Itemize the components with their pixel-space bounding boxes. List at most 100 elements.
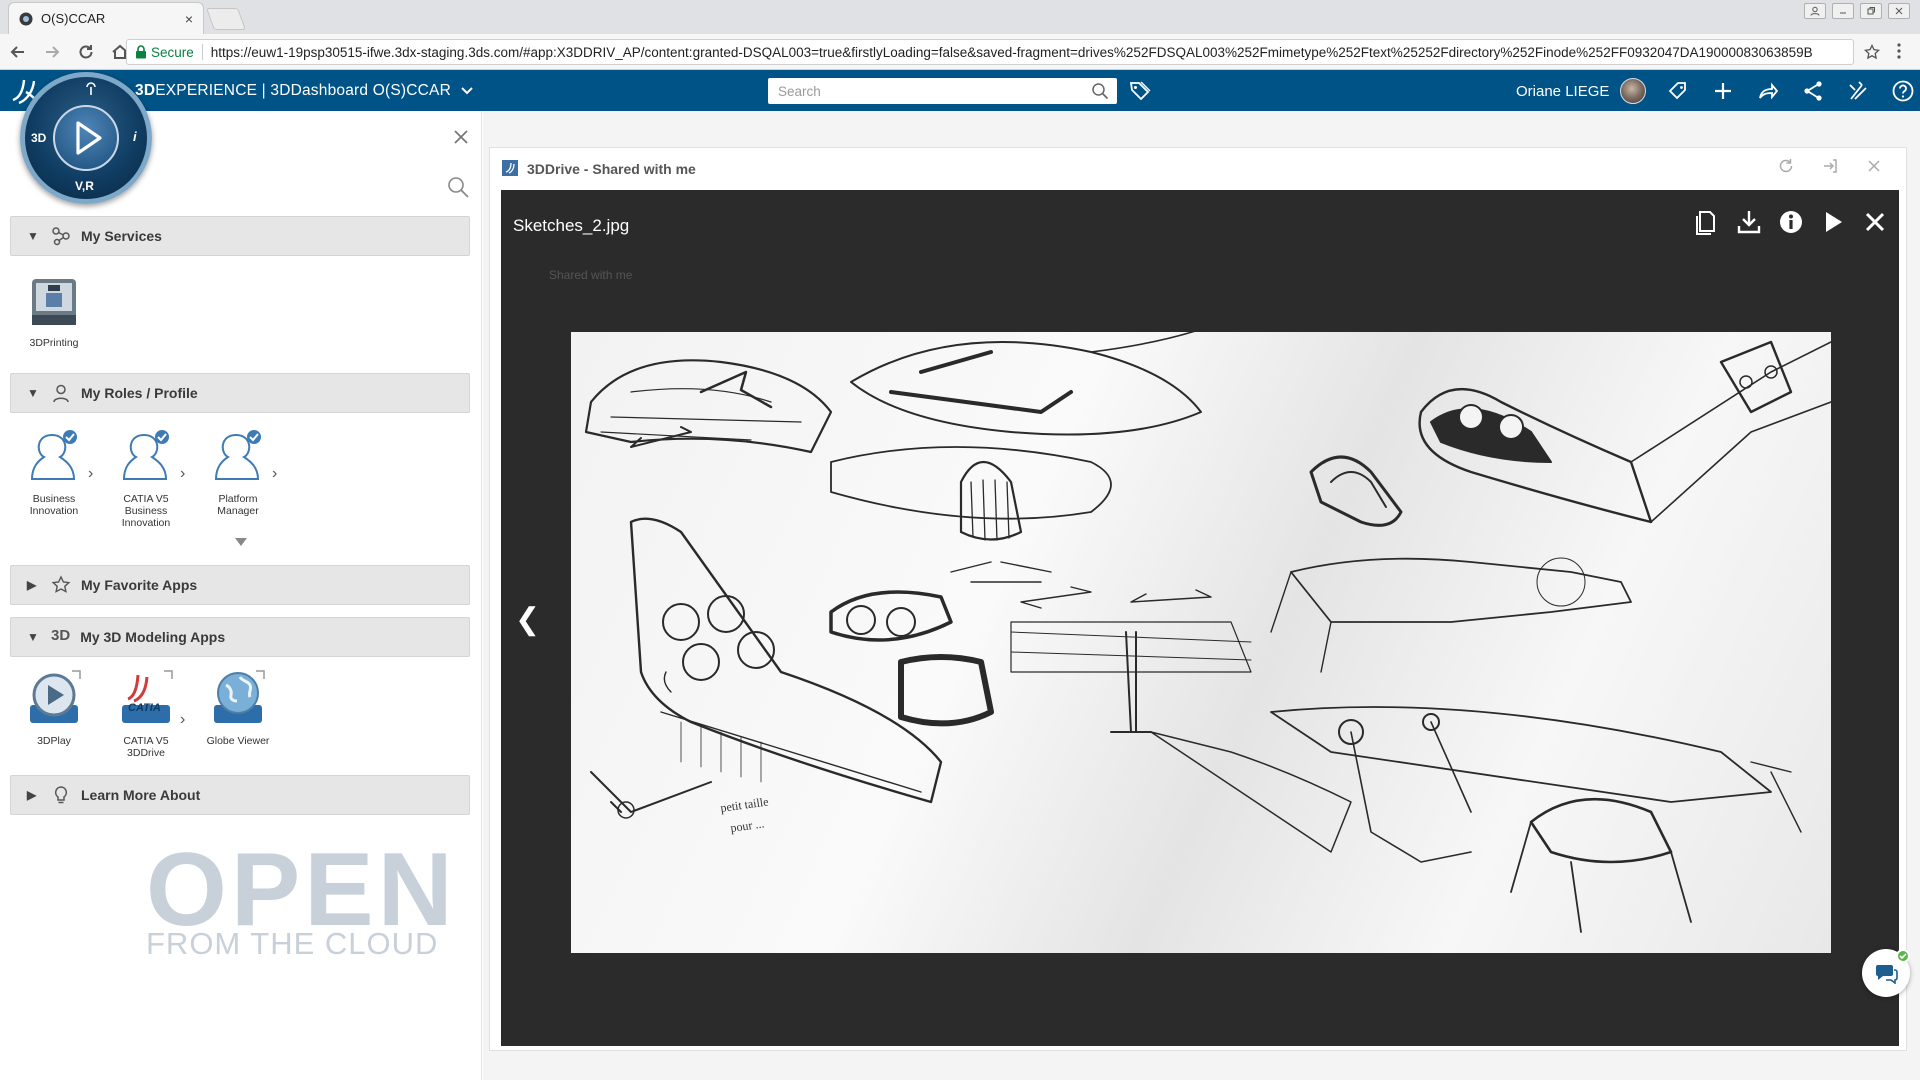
- section-collapsed-arrow-icon: ▶: [27, 788, 37, 802]
- section-title: My Services: [81, 228, 162, 244]
- chat-online-badge: [1896, 949, 1910, 963]
- platform-top-bar: 3DEXPERIENCE | 3DDashboard O(S)CCAR Sear…: [0, 70, 1920, 111]
- plus-icon[interactable]: [1711, 79, 1735, 103]
- minimize-icon[interactable]: [1832, 3, 1854, 19]
- 3dplay-icon: [26, 669, 82, 729]
- section-learn-more-about[interactable]: ▶ Learn More About: [10, 775, 470, 815]
- app-tile-3dplay[interactable]: 3DPlay: [8, 669, 100, 747]
- lightbulb-icon: [51, 785, 71, 805]
- compass-vr-label[interactable]: V,R: [75, 179, 94, 193]
- tile-label-line2: Manager: [217, 505, 259, 517]
- widget-controls: [1778, 158, 1882, 174]
- section-title: My Roles / Profile: [81, 385, 198, 401]
- tools-icon[interactable]: [1846, 79, 1870, 103]
- previous-image-icon[interactable]: ❮: [515, 602, 540, 637]
- user-name[interactable]: Oriane LIEGE: [1516, 83, 1609, 100]
- compass-i-label[interactable]: i: [133, 129, 137, 144]
- section-expanded-arrow-icon: ▼: [27, 229, 39, 243]
- browser-menu-icon[interactable]: [1896, 42, 1902, 60]
- notification-tag-icon[interactable]: [1666, 79, 1690, 103]
- section-expanded-arrow-icon: ▼: [27, 386, 39, 400]
- widget-maximize-icon[interactable]: [1822, 158, 1838, 174]
- role-chevron-icon[interactable]: ›: [88, 465, 93, 483]
- share-icon[interactable]: [1801, 79, 1825, 103]
- panel-close-icon[interactable]: [453, 129, 469, 145]
- play-icon[interactable]: [1819, 208, 1847, 236]
- pages-icon[interactable]: [1693, 208, 1721, 236]
- help-icon[interactable]: [1891, 79, 1915, 103]
- app-tile-catia-v5-3ddrive[interactable]: CATIA CATIA V5 3DDrive: [100, 669, 192, 759]
- secure-label: Secure: [151, 44, 194, 60]
- compass-3d-label[interactable]: 3D: [31, 131, 46, 145]
- expand-roles-icon[interactable]: [234, 537, 248, 547]
- section-my-roles[interactable]: ▼ My Roles / Profile: [10, 373, 470, 413]
- window-close-icon[interactable]: [1888, 3, 1910, 19]
- dashboard-dropdown-icon[interactable]: [461, 87, 474, 95]
- search-placeholder: Search: [778, 84, 821, 99]
- widget-close-icon[interactable]: [1866, 158, 1882, 174]
- tile-label-line2: Innovation: [29, 505, 79, 517]
- chat-icon: [1874, 962, 1898, 984]
- search-icon[interactable]: [1091, 82, 1109, 100]
- viewer-close-icon[interactable]: [1861, 208, 1889, 236]
- sketch-image: petit taille pour ...: [571, 332, 1831, 953]
- reload-icon[interactable]: [76, 42, 96, 62]
- panel-search-icon[interactable]: [446, 175, 470, 199]
- app-tile-globe-viewer[interactable]: Globe Viewer: [192, 669, 284, 747]
- new-tab-button[interactable]: [205, 8, 247, 30]
- widget-refresh-icon[interactable]: [1778, 158, 1794, 174]
- section-title: Learn More About: [81, 787, 201, 803]
- user-avatar[interactable]: [1620, 78, 1646, 104]
- app-chevron-icon[interactable]: ›: [180, 711, 185, 729]
- section-my-3d-modeling-apps[interactable]: ▼ 3D My 3D Modeling Apps: [10, 617, 470, 657]
- platform-brand[interactable]: 3DEXPERIENCE | 3DDashboard O(S)CCAR: [135, 82, 474, 100]
- role-tile-business-innovation[interactable]: Business Innovation: [8, 427, 100, 517]
- svg-text:CATIA: CATIA: [128, 702, 161, 714]
- browser-tab-close-icon[interactable]: ×: [185, 11, 193, 27]
- tile-label-line1: 3DPlay: [37, 735, 71, 747]
- svg-text:petit taille: petit taille: [719, 794, 769, 815]
- globe-icon: [210, 669, 266, 729]
- compass-play-button[interactable]: [53, 105, 119, 171]
- tile-label-line2: Business: [124, 505, 168, 517]
- role-tile-platform-manager[interactable]: Platform Manager: [192, 427, 284, 517]
- app-tile-3dprinting[interactable]: 3DPrinting: [8, 271, 100, 349]
- browser-tab[interactable]: O(S)CCAR ×: [8, 2, 204, 34]
- role-tile-catia-v5-business-innovation[interactable]: CATIA V5 Business Innovation: [100, 427, 192, 529]
- browser-tab-title: O(S)CCAR: [41, 11, 106, 26]
- role-chevron-icon[interactable]: ›: [272, 465, 277, 483]
- compass-top-icon[interactable]: [83, 81, 99, 97]
- section-expanded-arrow-icon: ▼: [27, 630, 39, 644]
- viewer-toolbar: [1693, 208, 1889, 236]
- download-icon[interactable]: [1735, 208, 1763, 236]
- role-chevron-icon[interactable]: ›: [180, 465, 185, 483]
- svg-text:pour ...: pour ...: [729, 816, 765, 835]
- info-icon[interactable]: [1777, 208, 1805, 236]
- tile-label-line3: Innovation: [121, 517, 171, 529]
- section-my-services[interactable]: ▼ My Services: [10, 216, 470, 256]
- catia-icon: CATIA: [118, 669, 174, 729]
- section-my-favorite-apps[interactable]: ▶ My Favorite Apps: [10, 565, 470, 605]
- compass-button[interactable]: 3D i V,R: [20, 72, 152, 204]
- 3dprinting-icon: [26, 271, 82, 331]
- restore-icon[interactable]: [1860, 3, 1882, 19]
- tile-label: 3DPrinting: [29, 337, 79, 349]
- bookmark-star-icon[interactable]: [1864, 44, 1880, 60]
- lock-icon: [135, 45, 147, 59]
- url-separator: [201, 44, 203, 60]
- chat-button[interactable]: [1862, 949, 1910, 997]
- forward-icon[interactable]: [1756, 79, 1780, 103]
- url-field[interactable]: Secure https://euw1-19psp30515-ifwe.3dx-…: [126, 39, 1854, 65]
- image-viewer: Sketches_2.jpg Shared with me ❮ petit ta…: [501, 190, 1899, 1046]
- platform-search-input[interactable]: Search: [768, 78, 1117, 104]
- profile-icon[interactable]: [1804, 3, 1826, 19]
- forward-nav-icon[interactable]: [42, 42, 62, 62]
- tag-icon[interactable]: [1128, 79, 1152, 103]
- 3ddrive-widget: 3DDrive - Shared with me Sketches_2.jpg …: [489, 147, 1907, 1051]
- back-icon[interactable]: [8, 42, 28, 62]
- from-the-cloud-text: FROM THE CLOUD: [146, 926, 439, 961]
- ghost-breadcrumb: Shared with me: [549, 268, 633, 282]
- tile-label-line1: CATIA V5: [123, 735, 169, 747]
- window-controls: [1804, 3, 1910, 19]
- sketch-drawing: petit taille pour ...: [584, 332, 1831, 933]
